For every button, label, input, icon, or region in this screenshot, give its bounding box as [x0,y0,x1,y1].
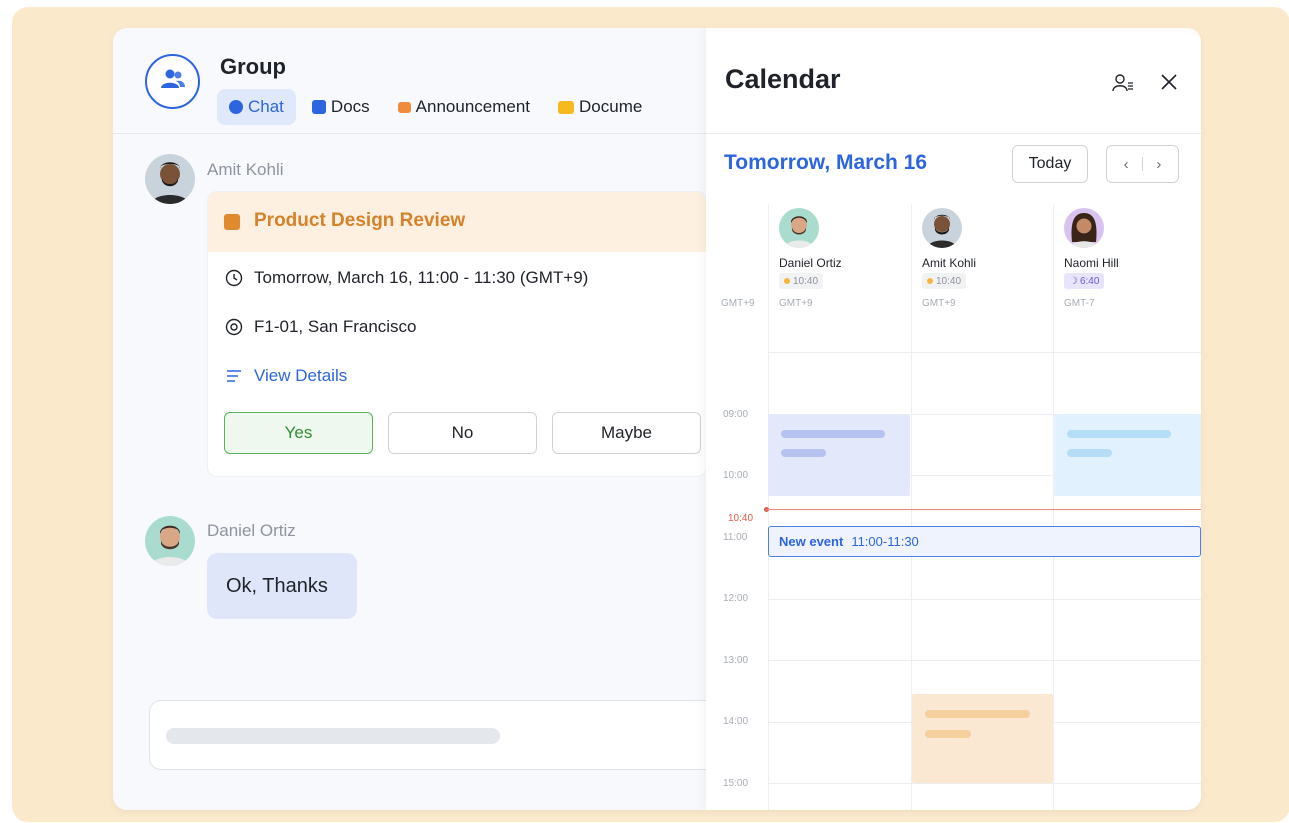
hour-line [768,599,1201,600]
event-time-row: Tomorrow, March 16, 11:00 - 11:30 (GMT+9… [224,268,588,288]
view-details-label: View Details [254,366,348,385]
person-timezone: GMT+9 [922,298,956,309]
day-nav: ‹ › [1106,145,1179,183]
moon-icon: ☽ [1069,275,1078,287]
tab-docs[interactable]: Docs [300,89,382,125]
group-header: Group Chat Docs Announcement Docume [113,28,706,134]
rsvp-yes-button[interactable]: Yes [224,412,373,454]
next-day-button[interactable]: › [1156,156,1161,173]
sun-icon [927,278,933,284]
avatar[interactable] [779,208,819,248]
view-details-link[interactable]: View Details [224,366,347,386]
prev-day-button[interactable]: ‹ [1124,156,1129,173]
current-time-label: 10:40 [728,513,754,524]
app-window: Group Chat Docs Announcement Docume Amit… [113,28,1201,810]
hour-line [768,352,1201,353]
busy-block[interactable] [912,694,1053,783]
docs-icon [311,100,326,114]
avatar[interactable] [145,516,195,566]
sender-name: Daniel Ortiz [207,521,296,540]
hour-label: 10:00 [723,470,749,481]
group-people-icon [160,68,186,95]
local-time: 10:40 [936,275,962,287]
person-name: Daniel Ortiz [779,256,842,270]
input-placeholder-bar [166,728,500,744]
new-event-block[interactable]: New event 11:00-11:30 [768,526,1201,557]
group-tabs: Chat Docs Announcement Docume [217,89,658,125]
new-event-title: New event [779,534,844,549]
busy-placeholder-line [1067,430,1171,438]
people-icon[interactable] [1112,72,1134,94]
message-input[interactable] [149,700,706,770]
person-name: Naomi Hill [1064,256,1119,270]
clock-icon [224,268,244,288]
local-time: 10:40 [793,275,819,287]
avatar[interactable] [1064,208,1104,248]
local-time-badge: ☽ 6:40 [1064,273,1105,289]
event-time: Tomorrow, March 16, 11:00 - 11:30 (GMT+9… [254,268,589,287]
nav-separator [1141,157,1143,171]
event-location-row: F1-01, San Francisco [224,317,417,337]
local-time-badge: 10:40 [779,273,824,289]
event-card: Product Design Review Tomorrow, March 16… [207,191,706,477]
group-title: Group [220,54,286,79]
new-event-time: 11:00-11:30 [851,534,919,549]
tab-announcement-label: Announcement [415,97,531,116]
busy-block[interactable] [768,414,910,496]
rsvp-maybe-button[interactable]: Maybe [552,412,701,454]
tab-announcement[interactable]: Announcement [386,89,542,125]
group-avatar[interactable] [145,54,200,109]
local-time: 6:40 [1079,275,1100,287]
hour-label: 13:00 [723,655,749,666]
divider [706,133,1201,134]
person-timezone: GMT+9 [779,298,813,309]
person-timezone: GMT-7 [1064,298,1095,309]
tab-chat[interactable]: Chat [217,89,296,125]
tab-documents[interactable]: Docume [546,89,654,125]
calendar-date: Tomorrow, March 16 [724,151,928,174]
column-divider [1053,204,1054,810]
own-timezone: GMT+9 [721,298,755,309]
event-title: Product Design Review [254,210,466,231]
tab-docs-label: Docs [330,97,370,116]
today-button[interactable]: Today [1012,145,1088,183]
current-time-line [766,509,1201,510]
busy-placeholder-line [781,449,826,457]
chat-icon [229,100,243,114]
event-location: F1-01, San Francisco [254,317,417,336]
hour-label: 09:00 [723,409,749,420]
busy-placeholder-line [925,710,1030,718]
hour-label: 15:00 [723,778,749,789]
calendar-title: Calendar [725,64,841,94]
rsvp-no-button[interactable]: No [388,412,537,454]
busy-block[interactable] [1054,414,1201,496]
tab-documents-label: Docume [579,97,643,116]
close-icon[interactable] [1158,71,1180,93]
hour-label: 11:00 [723,532,748,543]
busy-placeholder-line [925,730,971,738]
busy-placeholder-line [1067,449,1112,457]
event-card-header: Product Design Review [208,192,706,252]
hour-line [768,783,1201,784]
tab-chat-label: Chat [248,97,284,116]
hour-label: 14:00 [723,716,749,727]
calendar-icon [224,214,240,230]
schedule-grid: GMT+9 Daniel Ortiz 10:40 GMT+9 Amit Kohl… [706,204,1201,810]
calendar-panel: Calendar Tomorrow, March 16 Today ‹ › GM… [706,28,1201,810]
location-icon [224,317,244,337]
folder-icon [558,100,575,114]
message-bubble: Ok, Thanks [207,553,357,619]
avatar[interactable] [922,208,962,248]
sun-icon [784,278,790,284]
hour-label: 12:00 [723,593,749,604]
person-name: Amit Kohli [922,256,977,270]
avatar[interactable] [145,154,195,204]
hour-line [768,660,1201,661]
list-icon [224,366,244,386]
sender-name: Amit Kohli [207,160,284,179]
busy-placeholder-line [781,430,885,438]
chat-panel: Group Chat Docs Announcement Docume Amit… [113,28,706,810]
local-time-badge: 10:40 [922,273,967,289]
megaphone-icon [397,101,411,113]
